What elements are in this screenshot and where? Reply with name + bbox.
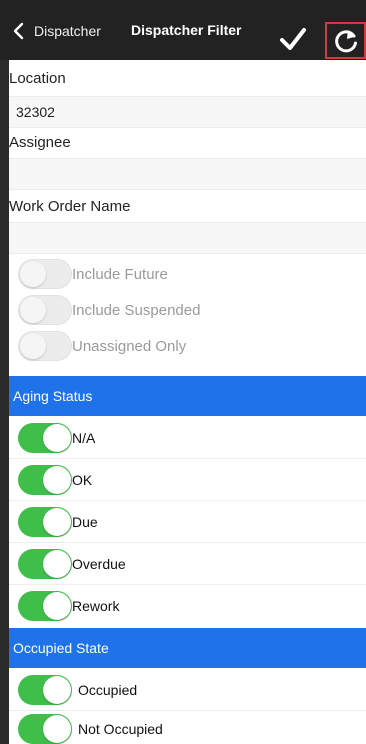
toggle-label: Include Suspended bbox=[72, 301, 201, 319]
option-unassigned-only[interactable]: Unassigned Only bbox=[9, 328, 366, 364]
work-order-name-label: Work Order Name bbox=[9, 198, 131, 215]
toggle-label: N/A bbox=[72, 430, 96, 446]
toggle-switch[interactable] bbox=[18, 295, 72, 325]
aging-item-rework[interactable]: Rework bbox=[9, 588, 366, 624]
work-order-name-field[interactable] bbox=[9, 222, 366, 254]
toggle-switch[interactable] bbox=[18, 507, 72, 537]
aging-item-na[interactable]: N/A bbox=[9, 420, 366, 456]
toggle-label: Unassigned Only bbox=[72, 337, 187, 355]
option-include-suspended[interactable]: Include Suspended bbox=[9, 292, 366, 328]
toggle-label: Not Occupied bbox=[78, 721, 163, 737]
assignee-field[interactable] bbox=[9, 158, 366, 190]
back-label: Dispatcher bbox=[34, 23, 101, 39]
toggle-label: OK bbox=[72, 472, 93, 488]
option-include-future[interactable]: Include Future bbox=[9, 256, 366, 292]
toggle-label: Include Future bbox=[72, 265, 168, 283]
frame-edge bbox=[0, 0, 9, 744]
toggle-switch[interactable] bbox=[18, 331, 72, 361]
toggle-label: Due bbox=[72, 514, 98, 530]
refresh-icon bbox=[334, 29, 357, 52]
toggle-switch[interactable] bbox=[18, 549, 72, 579]
checkmark-icon bbox=[280, 28, 306, 50]
toggle-label: Overdue bbox=[72, 556, 126, 572]
toggle-switch[interactable] bbox=[18, 591, 72, 621]
toggle-switch[interactable] bbox=[18, 675, 72, 705]
divider bbox=[9, 458, 366, 459]
reset-button[interactable] bbox=[325, 22, 366, 59]
divider bbox=[9, 500, 366, 501]
section-header-aging-status: Aging Status bbox=[9, 376, 366, 416]
page-title: Dispatcher Filter bbox=[131, 22, 242, 38]
chevron-left-icon bbox=[13, 22, 24, 40]
toggle-switch[interactable] bbox=[18, 423, 72, 453]
assignee-label: Assignee bbox=[9, 134, 71, 151]
occupied-item-not-occupied[interactable]: Not Occupied bbox=[9, 711, 366, 744]
back-button[interactable]: Dispatcher bbox=[12, 20, 101, 42]
location-label: Location bbox=[9, 70, 66, 87]
location-field[interactable]: 32302 bbox=[9, 96, 366, 128]
toggle-switch[interactable] bbox=[18, 259, 72, 289]
navigation-bar: Dispatcher Dispatcher Filter bbox=[0, 0, 366, 60]
divider bbox=[9, 584, 366, 585]
toggle-switch[interactable] bbox=[18, 714, 72, 744]
aging-item-overdue[interactable]: Overdue bbox=[9, 546, 366, 582]
aging-item-due[interactable]: Due bbox=[9, 504, 366, 540]
toggle-label: Rework bbox=[72, 598, 120, 614]
section-header-occupied-state: Occupied State bbox=[9, 628, 366, 668]
toggle-switch[interactable] bbox=[18, 465, 72, 495]
occupied-item-occupied[interactable]: Occupied bbox=[9, 672, 366, 708]
aging-item-ok[interactable]: OK bbox=[9, 462, 366, 498]
apply-button[interactable] bbox=[279, 25, 307, 53]
divider bbox=[9, 542, 366, 543]
toggle-label: Occupied bbox=[78, 682, 138, 698]
